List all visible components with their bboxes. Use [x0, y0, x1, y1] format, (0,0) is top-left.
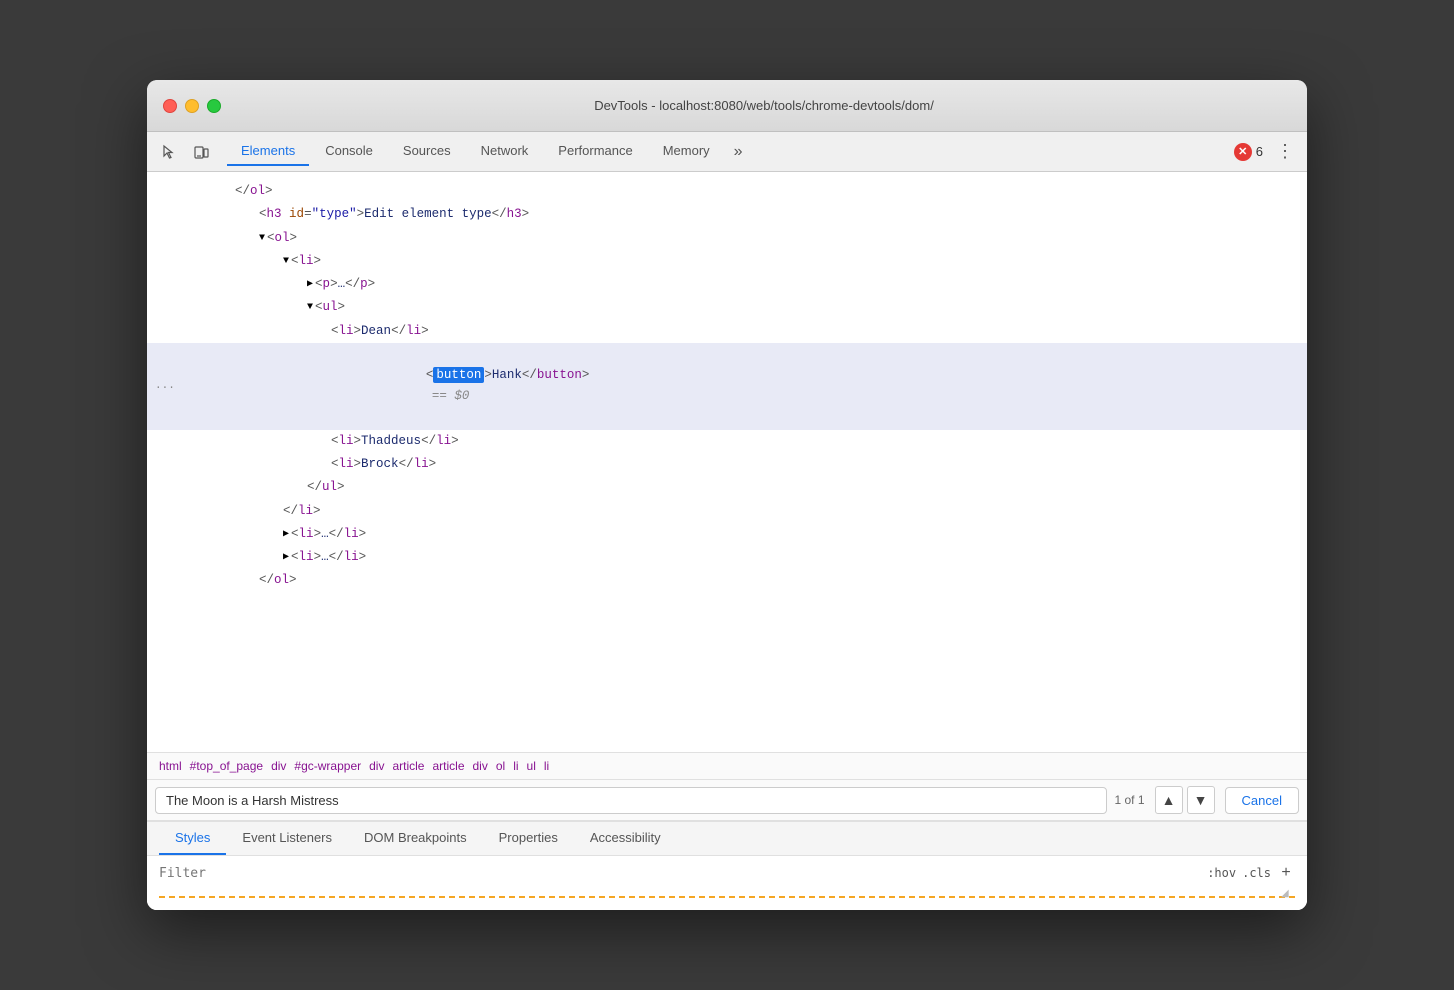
- dom-line: <ol>: [147, 227, 1307, 250]
- triangle-icon[interactable]: [307, 276, 313, 293]
- search-next-button[interactable]: ▼: [1187, 786, 1215, 814]
- breadcrumb-article2[interactable]: article: [432, 759, 464, 773]
- breadcrumb-ol[interactable]: ol: [496, 759, 505, 773]
- panel-tabs: Styles Event Listeners DOM Breakpoints P…: [147, 822, 1307, 856]
- dom-line: <h3 id="type">Edit element type</h3>: [147, 203, 1307, 226]
- dom-panel[interactable]: </ol> <h3 id="type">Edit element type</h…: [147, 172, 1307, 752]
- breadcrumb-article1[interactable]: article: [392, 759, 424, 773]
- window-title: DevTools - localhost:8080/web/tools/chro…: [237, 98, 1291, 113]
- breadcrumb-li1[interactable]: li: [513, 759, 518, 773]
- dom-line: <li>: [147, 250, 1307, 273]
- hov-cls-group: :hov .cls +: [1207, 864, 1295, 882]
- close-button[interactable]: [163, 99, 177, 113]
- minimize-button[interactable]: [185, 99, 199, 113]
- triangle-icon[interactable]: [283, 549, 289, 566]
- breadcrumb-ul[interactable]: ul: [527, 759, 536, 773]
- triangle-icon[interactable]: [283, 253, 289, 270]
- search-count: 1 of 1: [1115, 793, 1145, 807]
- dom-line: </ol>: [147, 569, 1307, 592]
- filter-row: :hov .cls +: [159, 864, 1295, 882]
- inspect-element-button[interactable]: [155, 138, 183, 166]
- breadcrumb-top-of-page[interactable]: #top_of_page: [190, 759, 263, 773]
- title-bar: DevTools - localhost:8080/web/tools/chro…: [147, 80, 1307, 132]
- cls-button[interactable]: .cls: [1242, 866, 1271, 880]
- dom-line: </ol>: [147, 180, 1307, 203]
- dom-line-selected[interactable]: ... <button>Hank</button> == $0: [147, 343, 1307, 430]
- tab-console[interactable]: Console: [311, 137, 387, 166]
- tab-elements[interactable]: Elements: [227, 137, 309, 166]
- breadcrumb-div2[interactable]: div: [369, 759, 384, 773]
- traffic-lights: [163, 99, 221, 113]
- dashed-line: [159, 896, 1295, 898]
- maximize-button[interactable]: [207, 99, 221, 113]
- main-content: </ol> <h3 id="type">Edit element type</h…: [147, 172, 1307, 910]
- add-style-button[interactable]: +: [1277, 864, 1295, 882]
- tab-styles[interactable]: Styles: [159, 822, 226, 855]
- breadcrumb-li2[interactable]: li: [544, 759, 549, 773]
- tab-dom-breakpoints[interactable]: DOM Breakpoints: [348, 822, 483, 855]
- tab-memory[interactable]: Memory: [649, 137, 724, 166]
- search-bar: 1 of 1 ▲ ▼ Cancel: [147, 780, 1307, 821]
- dom-line: </ul>: [147, 476, 1307, 499]
- dom-line: <li>…</li>: [147, 546, 1307, 569]
- breadcrumb-gc-wrapper[interactable]: #gc-wrapper: [294, 759, 361, 773]
- cancel-button[interactable]: Cancel: [1225, 787, 1299, 814]
- search-prev-button[interactable]: ▲: [1155, 786, 1183, 814]
- dom-line: <li>…</li>: [147, 523, 1307, 546]
- hov-button[interactable]: :hov: [1207, 866, 1236, 880]
- device-icon: [193, 144, 209, 160]
- bottom-panel: Styles Event Listeners DOM Breakpoints P…: [147, 821, 1307, 910]
- tab-properties[interactable]: Properties: [483, 822, 574, 855]
- breadcrumb-div3[interactable]: div: [473, 759, 488, 773]
- tab-network[interactable]: Network: [467, 137, 543, 166]
- dom-line: <p>…</p>: [147, 273, 1307, 296]
- breadcrumb-html[interactable]: html: [159, 759, 182, 773]
- dom-line: <ul>: [147, 296, 1307, 319]
- dom-line: <li>Brock</li>: [147, 453, 1307, 476]
- search-input[interactable]: [155, 787, 1107, 814]
- tab-bar: Elements Console Sources Network Perform…: [147, 132, 1307, 172]
- dom-line: </li>: [147, 500, 1307, 523]
- tabs: Elements Console Sources Network Perform…: [227, 137, 1234, 166]
- dots-prefix: ...: [155, 377, 175, 396]
- devtools-window: DevTools - localhost:8080/web/tools/chro…: [147, 80, 1307, 910]
- resize-handle[interactable]: ◢: [1281, 888, 1293, 900]
- triangle-icon[interactable]: [259, 230, 265, 247]
- more-tabs-button[interactable]: »: [726, 139, 751, 165]
- error-icon: ✕: [1234, 143, 1252, 161]
- dom-line: <li>Thaddeus</li>: [147, 430, 1307, 453]
- error-count: 6: [1256, 144, 1263, 159]
- tab-performance[interactable]: Performance: [544, 137, 646, 166]
- styles-panel: :hov .cls + ◢: [147, 856, 1307, 910]
- selected-tag: button: [433, 367, 484, 383]
- tab-event-listeners[interactable]: Event Listeners: [226, 822, 348, 855]
- tab-accessibility[interactable]: Accessibility: [574, 822, 677, 855]
- toolbar-icons: [155, 138, 215, 166]
- devtools-menu-button[interactable]: ⋮: [1271, 138, 1299, 166]
- device-toolbar-button[interactable]: [187, 138, 215, 166]
- triangle-icon[interactable]: [307, 299, 313, 316]
- breadcrumb-div1[interactable]: div: [271, 759, 286, 773]
- triangle-icon[interactable]: [283, 526, 289, 543]
- filter-input[interactable]: [159, 866, 1199, 881]
- tab-sources[interactable]: Sources: [389, 137, 465, 166]
- styles-resize-area: ◢: [159, 882, 1295, 902]
- cursor-icon: [161, 144, 177, 160]
- error-badge: ✕ 6: [1234, 143, 1263, 161]
- dom-line: <li>Dean</li>: [147, 320, 1307, 343]
- breadcrumb-bar: html #top_of_page div #gc-wrapper div ar…: [147, 752, 1307, 780]
